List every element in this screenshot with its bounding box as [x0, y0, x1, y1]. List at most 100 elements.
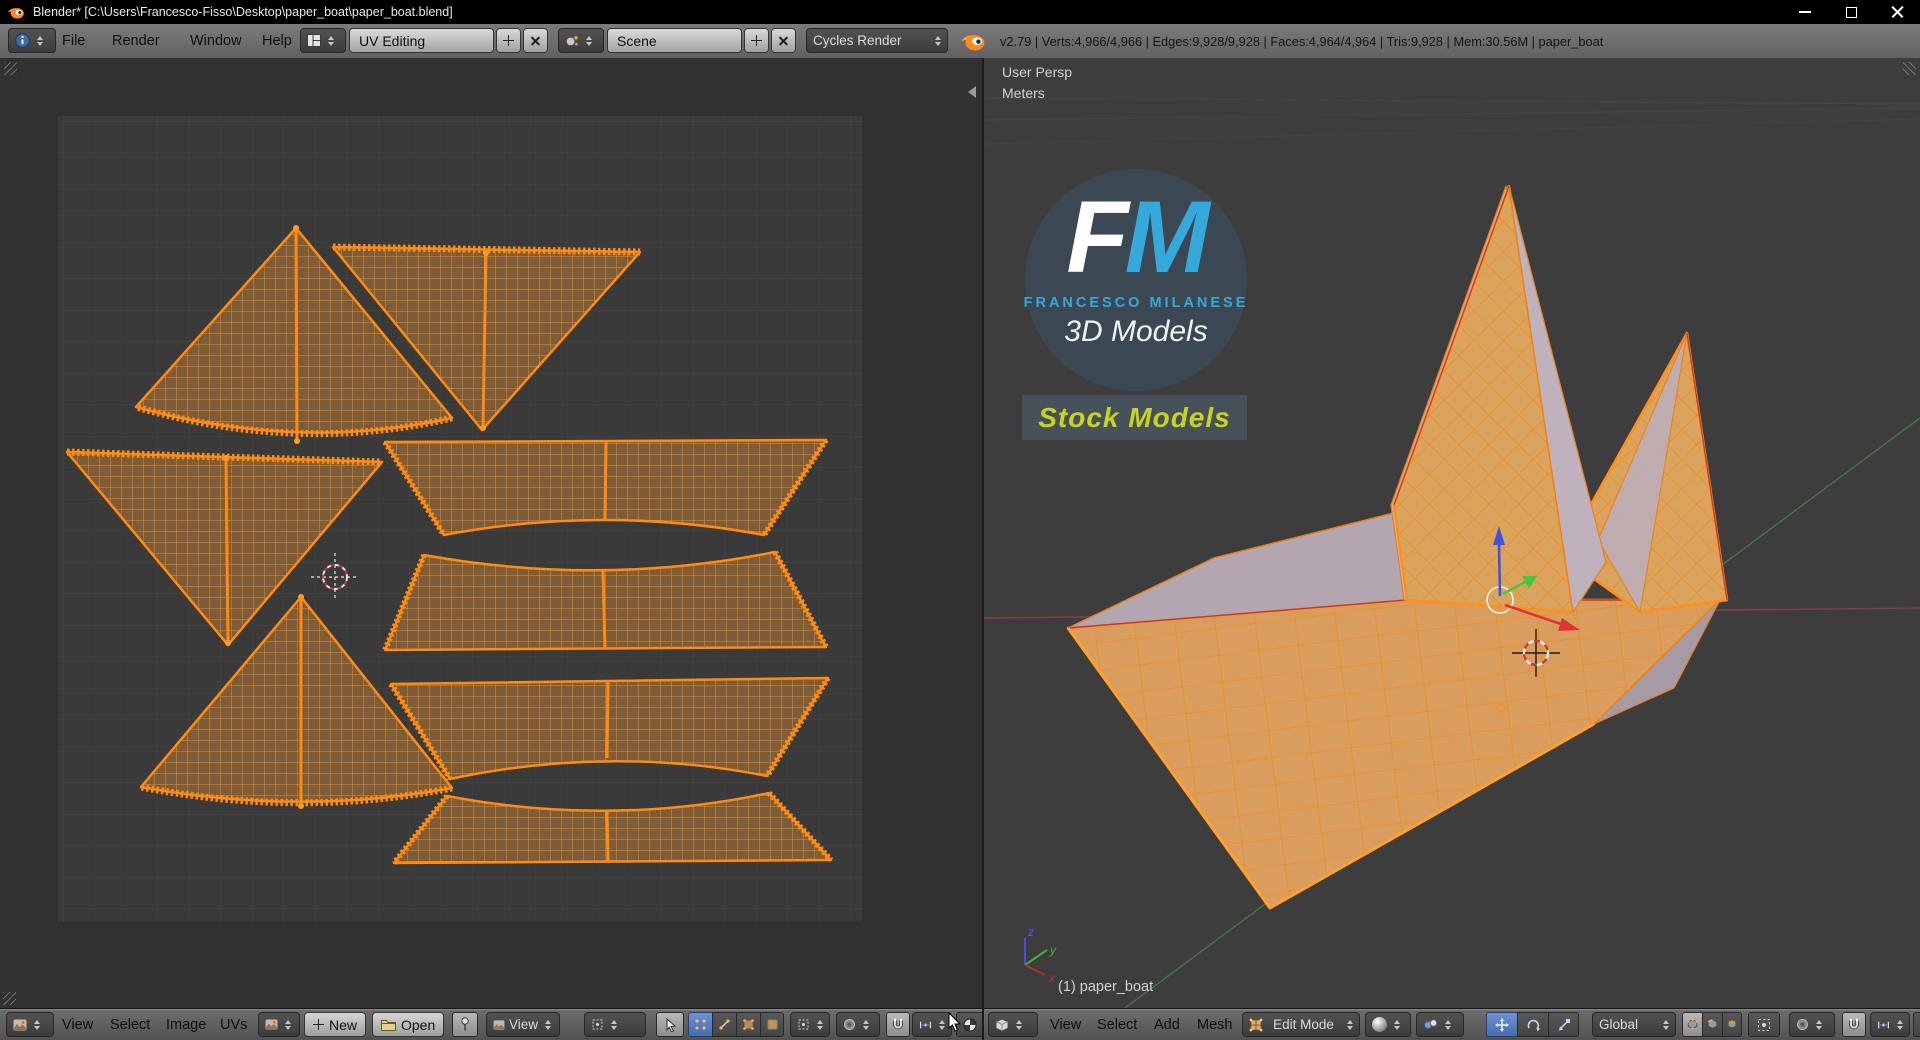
add-scene-button[interactable] [744, 28, 769, 53]
new-image-button[interactable]: New [304, 1012, 367, 1037]
edge-mode-icon [719, 1019, 730, 1030]
uv-sync-selection-toggle[interactable] [656, 1012, 684, 1037]
add-layout-button[interactable] [496, 28, 521, 53]
uv-snap-toggle[interactable] [886, 1012, 910, 1037]
limit-selection-visible-button[interactable] [1748, 1012, 1780, 1037]
blender-logo-icon [7, 7, 24, 19]
dropdown-arrows-icon [285, 1019, 291, 1030]
snap-element-dropdown[interactable] [1870, 1012, 1910, 1037]
delete-layout-button[interactable] [523, 28, 548, 53]
pivot-point-dropdown[interactable] [1416, 1012, 1464, 1037]
uv-menu-view[interactable]: View [62, 1009, 93, 1040]
minimize-button[interactable] [1782, 0, 1828, 24]
uv-proportional-edit-dropdown[interactable] [836, 1012, 880, 1037]
dropdown-arrows-icon [328, 35, 334, 46]
pin-toggle-button[interactable] [452, 1012, 478, 1037]
dropdown-arrows-icon [611, 1019, 617, 1030]
v3d-menu-select[interactable]: Select [1097, 1009, 1137, 1040]
proportional-edit-dropdown[interactable] [1789, 1012, 1835, 1037]
render-engine-dropdown[interactable]: Cycles Render [806, 28, 948, 53]
dropdown-arrows-icon [1394, 1019, 1400, 1030]
screen-layout-dropdown[interactable] [300, 28, 346, 53]
snap-element-icon [919, 1021, 932, 1028]
region-collapse-arrow-icon[interactable] [968, 86, 976, 98]
open-image-button[interactable]: Open [372, 1012, 445, 1037]
v3d-menu-mesh[interactable]: Mesh [1197, 1009, 1232, 1040]
scene-dropdown[interactable] [558, 28, 604, 53]
interaction-mode-dropdown[interactable]: Edit Mode [1242, 1012, 1360, 1037]
scale-icon [1558, 1018, 1570, 1030]
uv-canvas[interactable] [0, 58, 982, 1008]
blender-logo-icon [961, 35, 985, 51]
uv-snap-element-dropdown[interactable] [912, 1012, 952, 1037]
uv-edge-select-button[interactable] [712, 1012, 736, 1037]
dropdown-arrows-icon [817, 1019, 823, 1030]
edge-select-mode-button[interactable] [1702, 1012, 1722, 1037]
menu-help[interactable]: Help [262, 24, 292, 58]
restore-button[interactable] [1828, 0, 1874, 24]
pin-icon [461, 1017, 469, 1031]
uv-island-select-button[interactable] [760, 1012, 784, 1037]
info-header: File Render Window Help UV Editing Scene… [0, 24, 1920, 59]
fm-name: FRANCESCO MILANESE [1023, 295, 1249, 311]
transform-orientation-dropdown[interactable]: Global [1592, 1012, 1676, 1037]
uv-menu-select[interactable]: Select [110, 1009, 150, 1040]
area-divider[interactable] [982, 58, 984, 1039]
scale-manipulator-button[interactable] [1548, 1012, 1579, 1037]
area-corner-widget[interactable] [1903, 62, 1916, 75]
face-select-mode-button[interactable] [1722, 1012, 1742, 1037]
stock-models-banner: Stock Models [1022, 395, 1247, 440]
uv-menu-image[interactable]: Image [166, 1009, 206, 1040]
viewport-shading-dropdown[interactable] [1365, 1012, 1411, 1037]
plus-icon [751, 35, 762, 46]
viewport-3d-header: View Select Add Mesh Edit Mode Global [984, 1008, 1920, 1040]
uv-editor-header: View Select Image UVs New Open View [0, 1008, 982, 1040]
uv-face-select-button[interactable] [736, 1012, 760, 1037]
delete-scene-button[interactable] [771, 28, 796, 53]
dropdown-arrows-icon [863, 1019, 869, 1030]
dropdown-arrows-icon [1663, 1019, 1669, 1030]
vertex-mode-icon [695, 1019, 706, 1030]
uv-pixel-snap-button[interactable] [956, 1012, 982, 1037]
v3d-menu-view[interactable]: View [1050, 1009, 1081, 1040]
image-icon [493, 1019, 505, 1030]
vertex-cube-icon [1687, 1018, 1698, 1030]
shading-sphere-icon [1372, 1017, 1387, 1032]
editor-type-dropdown-info[interactable] [8, 28, 56, 53]
snap-target-button[interactable] [1913, 1012, 1920, 1037]
fm-tagline: 3D Models [1064, 315, 1208, 348]
vertex-select-mode-button[interactable] [1682, 1012, 1702, 1037]
image-datablock-dropdown[interactable] [258, 1012, 300, 1037]
dropdown-arrows-icon [1897, 1019, 1903, 1030]
dropdown-arrows-icon [939, 1019, 945, 1030]
uv-pivot-dropdown[interactable] [584, 1012, 646, 1037]
plus-icon [503, 35, 514, 46]
edit-mode-icon [1249, 1018, 1263, 1031]
dropdown-arrows-icon [37, 35, 43, 46]
mesh-select-mode-group [1682, 1012, 1742, 1037]
menu-file[interactable]: File [62, 24, 85, 58]
area-corner-widget[interactable] [3, 992, 16, 1005]
proportional-edit-icon [844, 1019, 855, 1030]
menu-window[interactable]: Window [190, 24, 242, 58]
display-mode-dropdown[interactable]: View [486, 1012, 560, 1037]
rotate-manipulator-button[interactable] [1517, 1012, 1548, 1037]
editor-type-dropdown-3d[interactable] [988, 1012, 1038, 1037]
editor-type-dropdown-uv[interactable] [6, 1012, 54, 1037]
x-icon [778, 35, 789, 46]
uv-vertex-select-button[interactable] [688, 1012, 712, 1037]
v3d-menu-add[interactable]: Add [1154, 1009, 1180, 1040]
scene-icon [565, 34, 579, 46]
close-button[interactable] [1874, 0, 1920, 24]
scene-name-field[interactable]: Scene [607, 28, 742, 53]
magnet-icon [893, 1018, 903, 1029]
menu-render[interactable]: Render [112, 24, 160, 58]
uv-island-hull-a[interactable] [382, 438, 829, 537]
translate-manipulator-button[interactable] [1486, 1012, 1517, 1037]
layout-name-field[interactable]: UV Editing [349, 28, 494, 53]
sticky-selection-dropdown[interactable] [790, 1012, 830, 1037]
axis-x-label: x [1048, 971, 1056, 985]
area-corner-widget[interactable] [4, 62, 17, 75]
uv-menu-uvs[interactable]: UVs [220, 1009, 247, 1040]
snap-toggle[interactable] [1842, 1012, 1866, 1037]
